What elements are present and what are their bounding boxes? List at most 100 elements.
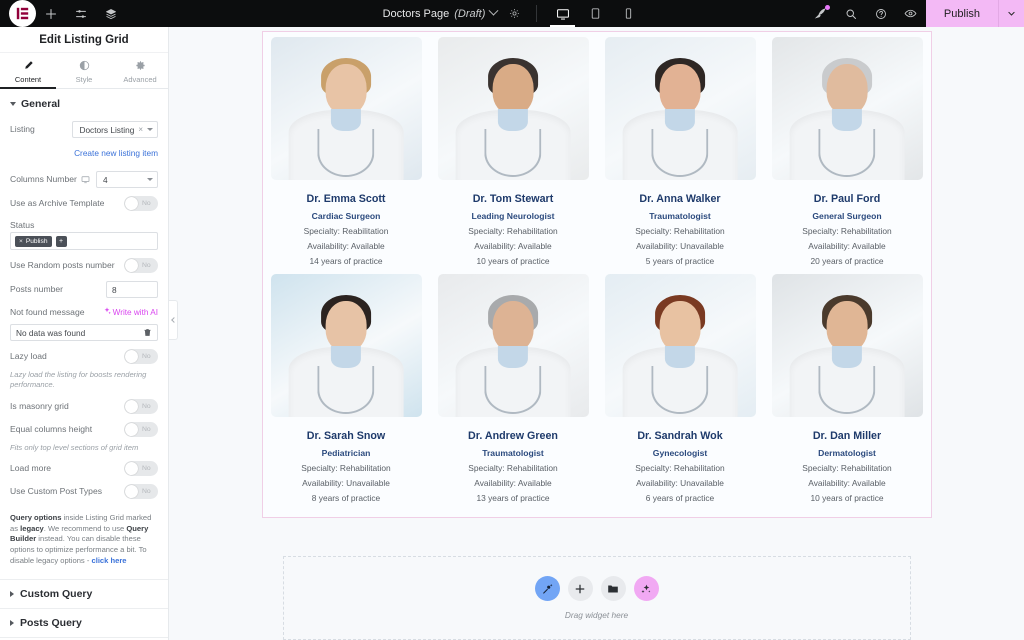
- columns-number-select[interactable]: 4: [96, 171, 158, 188]
- panel-collapse-handle[interactable]: [169, 300, 178, 340]
- doctor-card[interactable]: Dr. Sandrah Wok Gynecologist Specialty: Re…: [601, 274, 760, 511]
- ai-rocket-icon[interactable]: [806, 0, 836, 27]
- posts-number-input[interactable]: 8: [106, 281, 158, 298]
- document-title-button[interactable]: Doctors Page (Draft): [379, 5, 502, 20]
- control-posts-number: Posts number 8: [0, 277, 168, 302]
- random-posts-value: No: [142, 262, 151, 269]
- doctor-photo: [437, 274, 589, 417]
- editor-canvas: Dr. Emma Scott Cardiac Surgeon Specialty: …: [169, 27, 1024, 640]
- stack-icon[interactable]: [96, 0, 126, 27]
- search-icon[interactable]: [836, 0, 866, 27]
- page-settings-gear-icon[interactable]: [501, 0, 527, 27]
- doctor-card[interactable]: Dr. Emma Scott Cardiac Surgeon Specialty: …: [267, 37, 426, 274]
- toggle-knob: [125, 461, 138, 475]
- accordion-posts-query[interactable]: Posts Query: [0, 607, 168, 637]
- section-general[interactable]: General: [0, 89, 168, 117]
- archive-template-toggle[interactable]: No: [124, 196, 158, 211]
- custom-post-types-toggle[interactable]: No: [124, 483, 158, 499]
- tab-advanced[interactable]: Advanced: [112, 53, 168, 88]
- doctor-card[interactable]: Dr. Tom Stewart Leading Neurologist Specia…: [434, 37, 593, 274]
- equal-height-label: Equal columns height: [10, 423, 93, 434]
- doctor-name[interactable]: Dr. Paul Ford: [772, 193, 923, 205]
- doctor-role: Pediatrician: [321, 448, 371, 458]
- top-bar: Doctors Page (Draft) Publish: [0, 0, 1024, 27]
- load-more-toggle[interactable]: No: [124, 460, 158, 476]
- status-field[interactable]: × Publish +: [10, 232, 158, 250]
- drop-area-label: Drag widget here: [564, 610, 629, 620]
- doctor-name[interactable]: Dr. Anna Walker: [605, 193, 756, 205]
- load-more-value: No: [142, 464, 151, 472]
- notice-bold-1: Query options: [10, 512, 62, 522]
- preview-eye-icon[interactable]: [896, 0, 926, 27]
- columns-number-value: 4: [103, 174, 108, 185]
- elementor-logo-icon[interactable]: [9, 0, 36, 27]
- drop-widget-area[interactable]: Drag widget here: [282, 556, 911, 640]
- drop-area-buttons: [534, 576, 659, 601]
- not-found-message-input[interactable]: No data was found: [10, 324, 158, 341]
- doctor-card[interactable]: Dr. Dan Miller Dermatologist Specialty: Re…: [768, 274, 927, 511]
- add-status-button[interactable]: +: [55, 235, 67, 247]
- sliders-icon[interactable]: [66, 0, 96, 27]
- editor-body: Edit Listing Grid Content Style Advanced…: [0, 27, 1024, 640]
- doctor-card[interactable]: Dr. Sarah Snow Pediatrician Specialty: Reh…: [267, 274, 426, 511]
- tab-content[interactable]: Content: [0, 53, 56, 89]
- notice-text-3: . We recommend to use: [43, 523, 127, 533]
- doctor-name[interactable]: Dr. Dan Miller: [772, 430, 923, 442]
- doctor-name[interactable]: Dr. Emma Scott: [271, 193, 422, 205]
- control-random-posts: Use Random posts number No: [0, 254, 168, 277]
- doctor-role: Dermatologist: [818, 448, 876, 458]
- gear-icon: [135, 60, 146, 72]
- doctor-card[interactable]: Dr. Paul Ford General Surgeon Specialty: R…: [768, 37, 927, 274]
- tab-style[interactable]: Style: [56, 53, 112, 88]
- doctor-name[interactable]: Dr. Sarah Snow: [271, 430, 422, 442]
- responsive-tablet-button[interactable]: [579, 0, 612, 27]
- clear-icon[interactable]: ×: [138, 125, 143, 134]
- listing-select[interactable]: Doctors Listing ×: [72, 121, 158, 138]
- remove-tag-icon[interactable]: ×: [19, 238, 23, 245]
- add-element-icon[interactable]: [36, 0, 66, 27]
- equal-height-toggle[interactable]: No: [124, 421, 158, 437]
- doctor-photo: [270, 37, 422, 180]
- legacy-query-notice: Query options inside Listing Grid marked…: [10, 513, 158, 567]
- lazy-load-toggle[interactable]: No: [124, 349, 158, 364]
- trash-icon[interactable]: [143, 328, 152, 337]
- toolbar-divider: [536, 5, 538, 22]
- publish-options-caret-icon[interactable]: [998, 0, 1024, 27]
- chevron-down-icon: [147, 128, 153, 131]
- status-tag-publish[interactable]: × Publish: [15, 235, 52, 247]
- masonry-label: Is masonry grid: [10, 400, 69, 411]
- listing-grid-widget[interactable]: Dr. Emma Scott Cardiac Surgeon Specialty: …: [261, 31, 932, 518]
- contrast-icon: [79, 60, 90, 72]
- masonry-value: No: [142, 402, 151, 410]
- equal-height-value: No: [142, 425, 151, 433]
- responsive-mobile-button[interactable]: [612, 0, 645, 27]
- doctor-availability: Availability: Available: [808, 241, 886, 251]
- accordion-terms-query[interactable]: Terms Query: [0, 636, 168, 640]
- write-with-ai-label: Write with AI: [112, 307, 158, 317]
- folder-icon[interactable]: [600, 576, 626, 601]
- desktop-icon[interactable]: [81, 175, 90, 184]
- archive-template-label: Use as Archive Template: [10, 198, 105, 209]
- doctor-card[interactable]: Dr. Andrew Green Traumatologist Specialty:…: [434, 274, 593, 511]
- doctor-name[interactable]: Dr. Sandrah Wok: [605, 430, 756, 442]
- notice-click-here-link[interactable]: click here: [91, 556, 126, 565]
- help-icon[interactable]: [866, 0, 896, 27]
- magic-wand-icon[interactable]: [534, 576, 560, 601]
- doctor-name[interactable]: Dr. Andrew Green: [438, 430, 589, 442]
- panel-content: General Listing Doctors Listing × Create…: [0, 89, 168, 640]
- plus-icon[interactable]: [567, 576, 593, 601]
- write-with-ai-link[interactable]: Write with AI: [103, 307, 158, 317]
- ai-sparkle-icon[interactable]: [633, 576, 659, 601]
- masonry-toggle[interactable]: No: [124, 398, 158, 414]
- doctor-card[interactable]: Dr. Anna Walker Traumatologist Specialty: …: [601, 37, 760, 274]
- responsive-desktop-button[interactable]: [546, 0, 579, 27]
- not-found-label: Not found message: [10, 306, 85, 317]
- create-new-listing-link[interactable]: Create new listing item: [74, 148, 158, 158]
- publish-button[interactable]: Publish: [925, 0, 998, 27]
- random-posts-toggle[interactable]: No: [124, 258, 158, 273]
- section-general-label: General: [21, 98, 61, 110]
- accordion-custom-query[interactable]: Custom Query: [0, 578, 168, 608]
- doctor-name[interactable]: Dr. Tom Stewart: [438, 193, 589, 205]
- toggle-knob: [125, 484, 138, 498]
- control-columns-number: Columns Number 4: [0, 167, 168, 192]
